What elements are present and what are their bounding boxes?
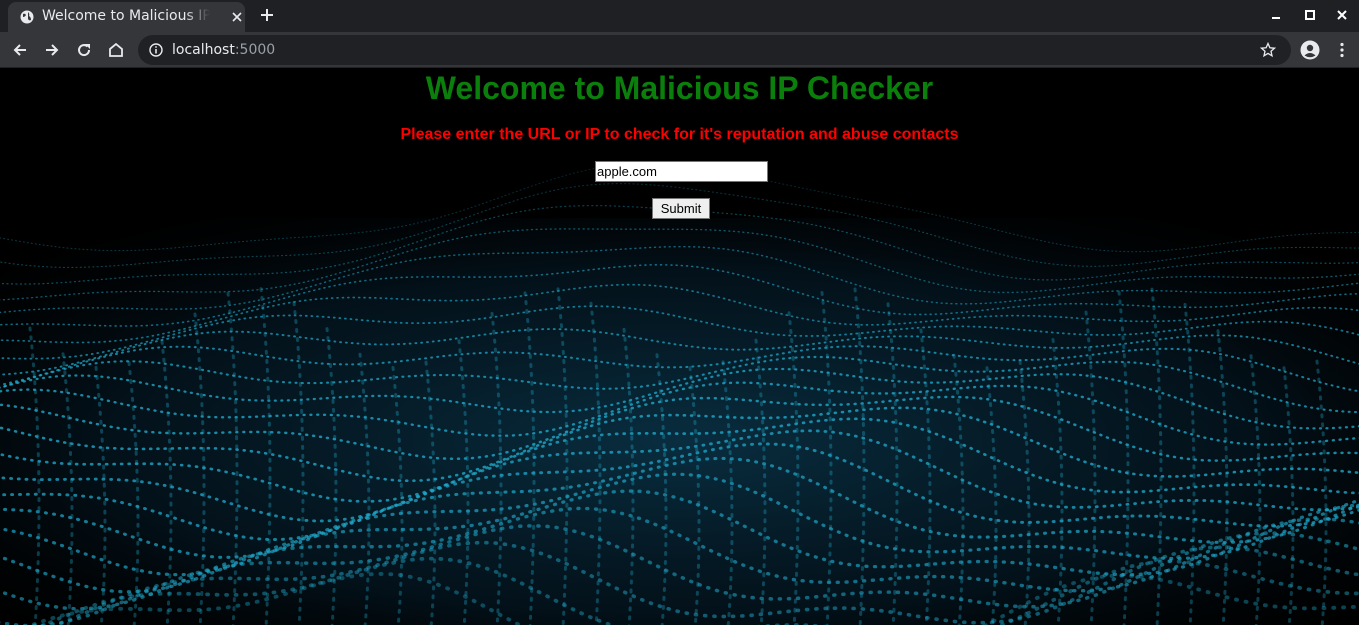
close-window-icon[interactable]: [1335, 8, 1349, 22]
new-tab-icon[interactable]: [259, 7, 275, 23]
browser-toolbar: localhost:5000: [0, 32, 1359, 68]
info-icon[interactable]: [149, 43, 163, 57]
url-port: :5000: [234, 42, 276, 58]
maximize-icon[interactable]: [1303, 8, 1317, 22]
url-host: localhost: [172, 42, 235, 58]
home-icon[interactable]: [107, 41, 125, 59]
globe-icon: [20, 10, 34, 24]
browser-tabstrip: Welcome to Malicious IP Checker: [0, 0, 1359, 32]
bookmark-star-icon[interactable]: [1260, 42, 1276, 58]
page-subtitle: Please enter the URL or IP to check for …: [400, 126, 959, 143]
close-tab-icon[interactable]: [230, 10, 244, 24]
forward-icon[interactable]: [43, 41, 61, 59]
reload-icon[interactable]: [75, 41, 93, 59]
back-icon[interactable]: [11, 41, 29, 59]
address-bar[interactable]: localhost:5000: [138, 35, 1291, 65]
browser-tab[interactable]: Welcome to Malicious IP Checker: [8, 2, 245, 32]
url-ip-input[interactable]: [595, 161, 768, 182]
tab-title: Welcome to Malicious IP Checker: [42, 8, 210, 24]
submit-button[interactable]: Submit: [652, 198, 710, 219]
url-text[interactable]: localhost:5000: [172, 42, 275, 60]
menu-kebab-icon[interactable]: [1333, 41, 1351, 59]
particle-wave-background: [0, 68, 1359, 625]
profile-avatar-icon[interactable]: [1300, 40, 1320, 60]
page-viewport: Welcome to Malicious IP Checker Please e…: [0, 68, 1359, 625]
minimize-icon[interactable]: [1269, 8, 1283, 22]
page-title: Welcome to Malicious IP Checker: [425, 70, 934, 106]
